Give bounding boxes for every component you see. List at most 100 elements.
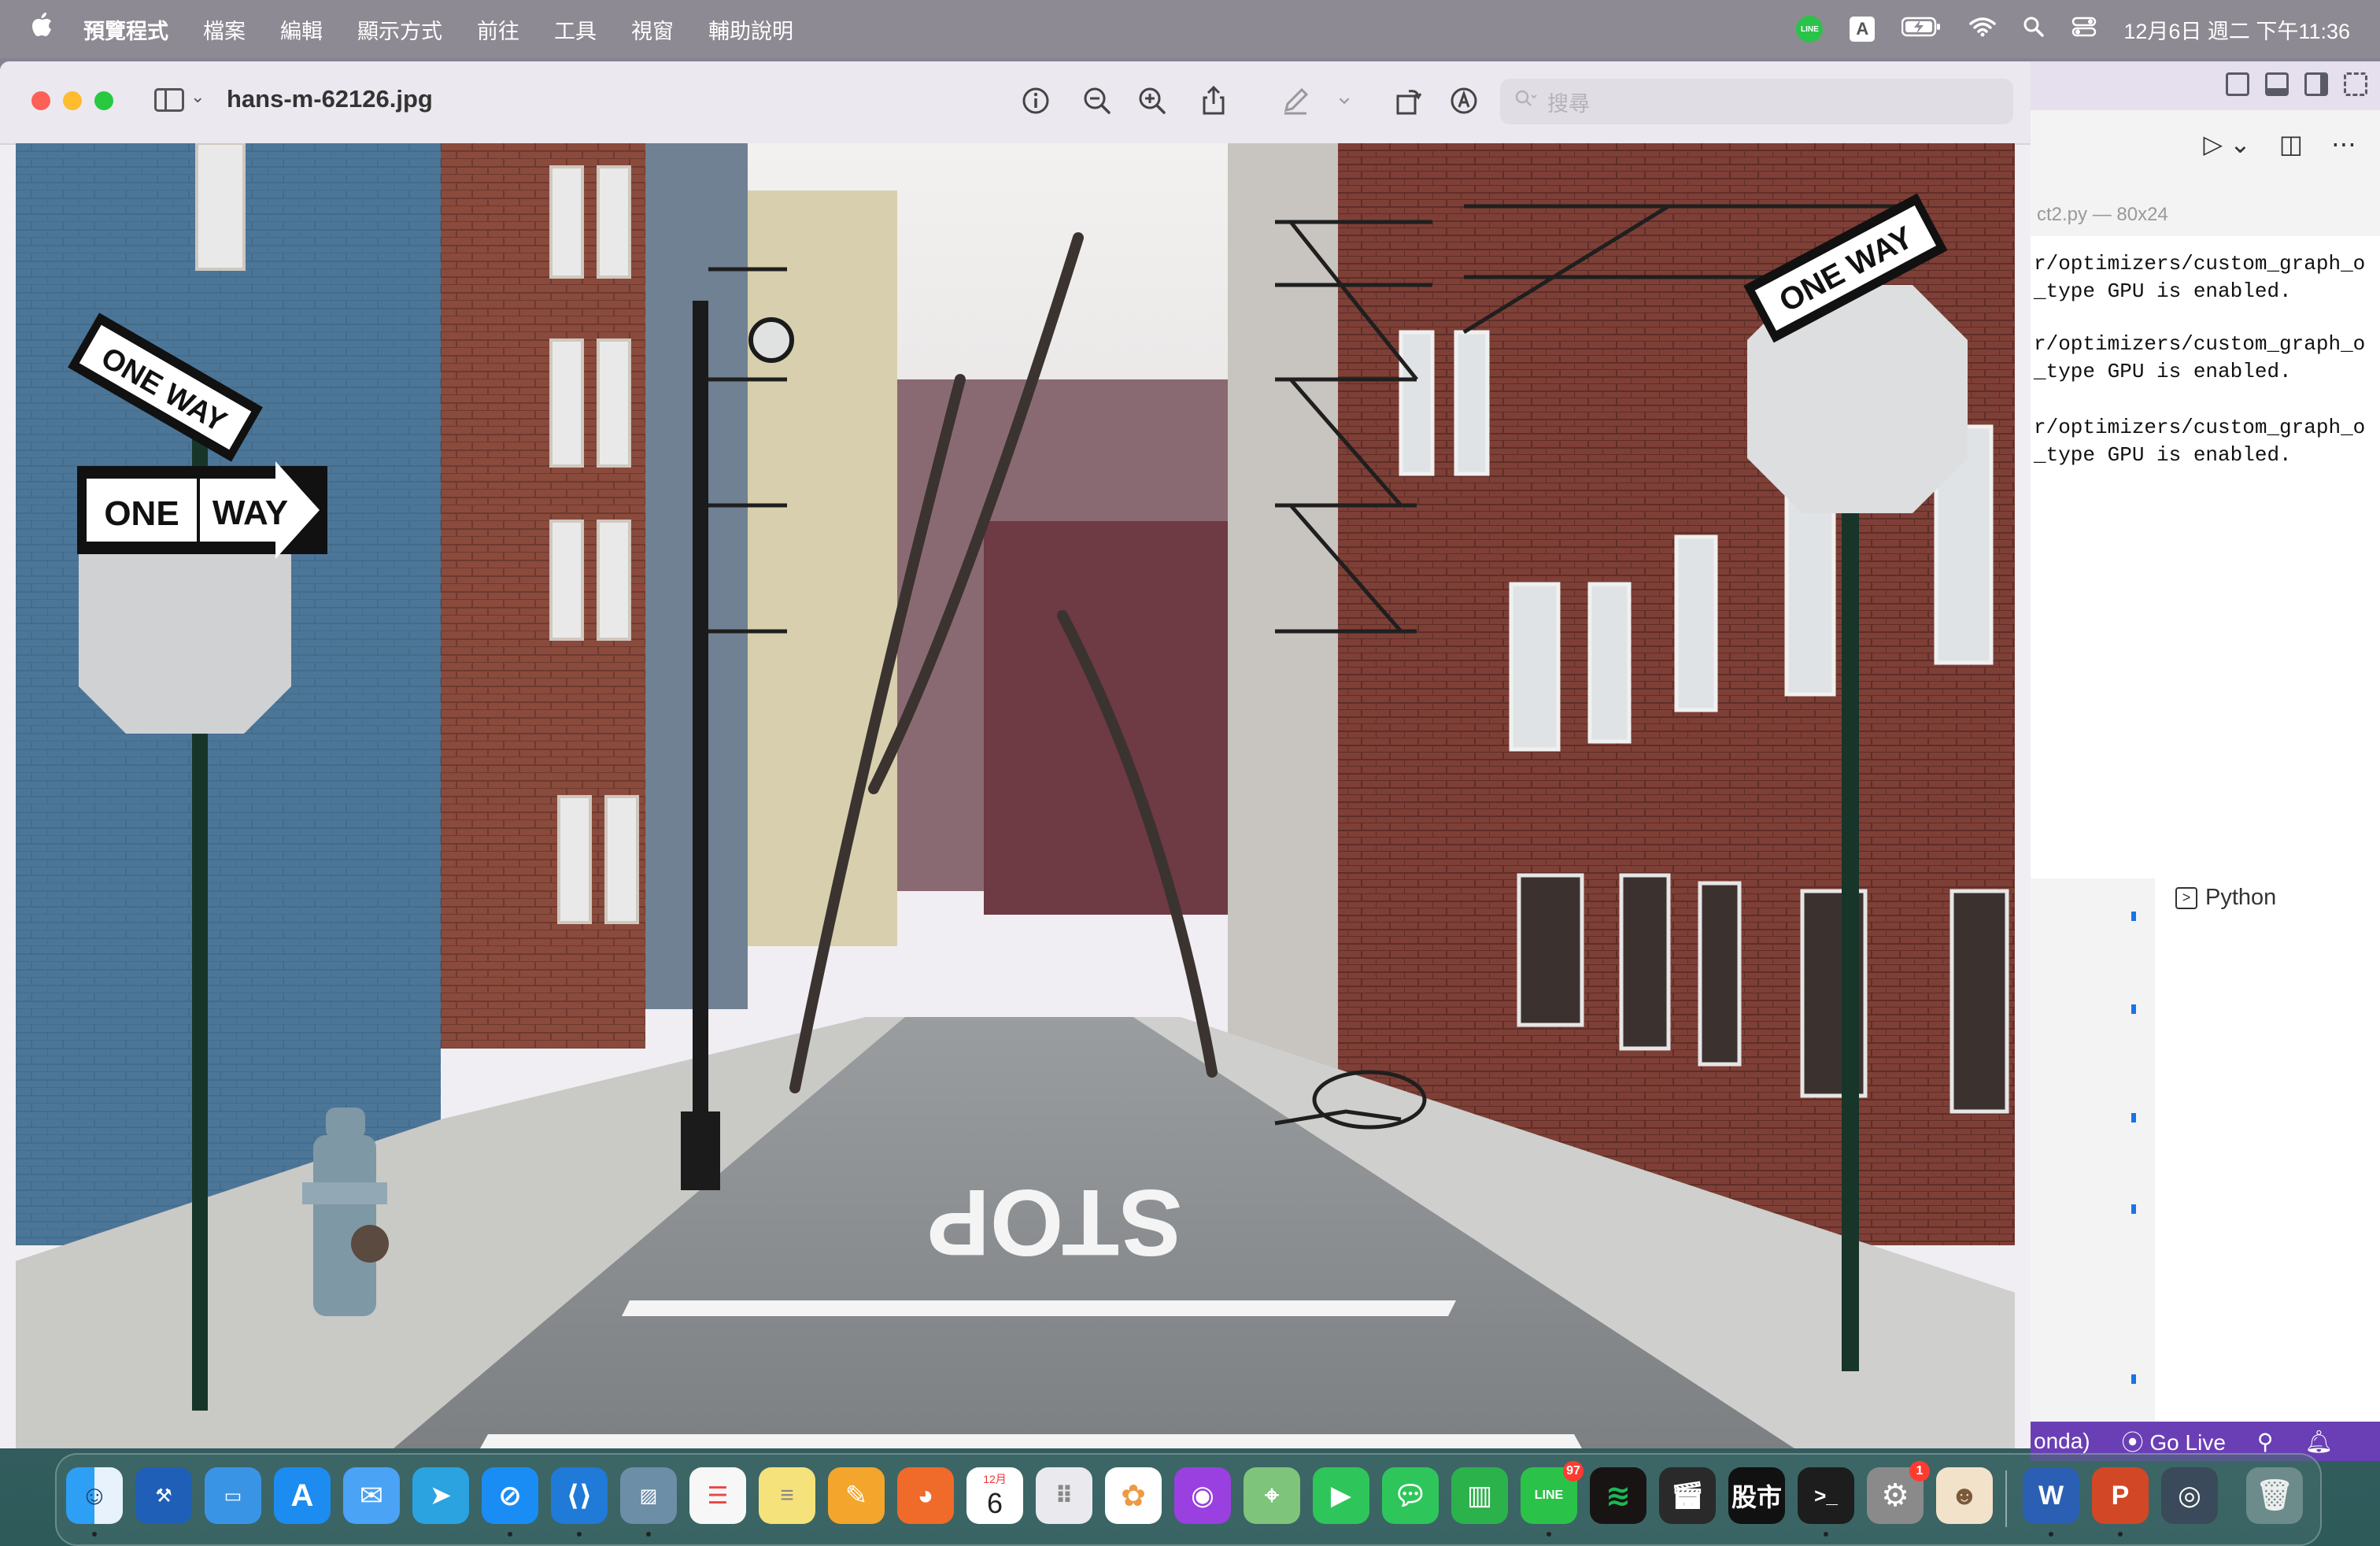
safari-icon[interactable]: ⊘ [482, 1467, 538, 1524]
document-title[interactable]: hans-m-62126.jpg [227, 85, 433, 113]
photos-icon[interactable]: ✿ [1105, 1467, 1162, 1524]
quicktime-icon[interactable]: ◎ [2161, 1467, 2218, 1524]
one-way-sign-left: ONE WAY [77, 461, 327, 559]
numbers-icon[interactable]: ▥ [1451, 1467, 1508, 1524]
menubar-clock[interactable]: 12月6日 週二 下午11:36 [2123, 14, 2350, 45]
joplin-icon[interactable]: ◕ [897, 1467, 954, 1524]
preview-toolbar: ⌄ hans-m-62126.jpg 搜尋 [0, 61, 2031, 145]
terminal-line: r/optimizers/custom_graph_o [2034, 332, 2366, 356]
vscode-icon[interactable]: ⟨⟩ [551, 1467, 608, 1524]
notifications-bell-icon[interactable]: 🔔︎ [2304, 1429, 2333, 1455]
menu-edit[interactable]: 編輯 [280, 14, 323, 45]
zoom-window-button[interactable] [94, 91, 113, 110]
running-indicator [2118, 1532, 2123, 1537]
wifi-icon[interactable] [1969, 17, 1997, 43]
rotate-icon[interactable] [1390, 82, 1428, 120]
launchpad-icon[interactable]: ⠿ [1036, 1467, 1092, 1524]
minimize-window-button[interactable] [63, 91, 82, 110]
keynote-icon[interactable]: ▭ [205, 1467, 261, 1524]
python-terminal-item[interactable]: > Python [2175, 885, 2276, 911]
spotlight-search-icon[interactable] [2023, 16, 2045, 43]
toggle-secondary-sidebar-icon[interactable] [2304, 72, 2328, 96]
menu-view[interactable]: 顯示方式 [357, 14, 442, 45]
feedback-icon[interactable]: ⚲ [2257, 1429, 2274, 1455]
line-status-icon[interactable]: LINE [1796, 16, 1824, 43]
terminal-line: r/optimizers/custom_graph_o [2034, 252, 2366, 276]
split-editor-icon[interactable]: ◫ [2279, 129, 2303, 159]
menu-go[interactable]: 前往 [477, 14, 519, 45]
dock-separator [2005, 1470, 2007, 1527]
settings-update-badge: 1 [1909, 1461, 1930, 1481]
gutter-marker [2131, 1374, 2136, 1384]
genshin-game-icon[interactable]: ☻ [1936, 1467, 1993, 1524]
info-icon[interactable] [1017, 82, 1055, 120]
line-unread-badge: 97 [1563, 1461, 1584, 1481]
markup-menu-chevron-icon[interactable] [1333, 82, 1355, 120]
chevron-down-icon[interactable]: ⌄ [190, 87, 205, 107]
menu-app-preview[interactable]: 預覽程式 [83, 14, 168, 45]
python-env-status[interactable]: onda) [2034, 1429, 2090, 1454]
podcasts-icon[interactable]: ◉ [1174, 1467, 1231, 1524]
more-actions-icon[interactable]: ⋯ [2331, 129, 2356, 159]
xcode-icon[interactable]: ⚒ [135, 1467, 192, 1524]
search-field[interactable]: 搜尋 [1500, 79, 2013, 124]
customize-layout-icon[interactable] [2344, 72, 2367, 96]
calendar-day: 6 [986, 1487, 1003, 1519]
system-settings-icon[interactable]: ⚙ 1 [1867, 1461, 1930, 1524]
powerpoint-icon[interactable]: P [2092, 1467, 2149, 1524]
menu-tools[interactable]: 工具 [554, 14, 597, 45]
terminal-output[interactable]: r/optimizers/custom_graph_o _type GPU is… [2031, 236, 2380, 878]
crosswalk-line [480, 1434, 1582, 1448]
search-icon [1514, 89, 1538, 115]
final-cut-icon[interactable]: 🎬︎ [1659, 1467, 1716, 1524]
facetime-icon[interactable]: ▶ [1313, 1467, 1369, 1524]
spotify-icon[interactable]: ≋ [1590, 1467, 1646, 1524]
line-app-icon[interactable]: LINE 97 [1521, 1461, 1584, 1524]
terminal-tab[interactable]: ct2.py — 80x24 [2031, 194, 2380, 236]
stocks-icon[interactable]: 股市 [1728, 1467, 1785, 1524]
run-python-file-icon[interactable]: ▷ ⌄ [2203, 129, 2250, 159]
markup-pen-icon[interactable] [1277, 82, 1314, 120]
maps-icon[interactable]: ⌖ [1244, 1467, 1300, 1524]
close-window-button[interactable] [31, 91, 50, 110]
battery-icon[interactable] [1901, 17, 1942, 43]
preview-app-icon[interactable]: ▨ [620, 1467, 677, 1524]
terminal-app-icon[interactable]: >_ [1798, 1467, 1854, 1524]
markup-toolbar-icon[interactable] [1445, 82, 1483, 120]
apple-menu-icon[interactable] [30, 11, 54, 45]
python-label: Python [2205, 885, 2277, 910]
cream-building [748, 190, 897, 946]
input-source-icon[interactable]: A [1850, 17, 1876, 42]
editor-gutter [2031, 878, 2155, 1422]
calendar-icon[interactable]: 12月 6 [966, 1467, 1023, 1524]
app-store-icon[interactable]: A [274, 1467, 331, 1524]
menu-file[interactable]: 檔案 [203, 14, 246, 45]
mail-icon[interactable]: ✉ [343, 1467, 400, 1524]
toggle-panel-icon[interactable] [2265, 72, 2289, 96]
running-indicator [2049, 1532, 2053, 1537]
notes-icon[interactable]: ≡ [759, 1467, 815, 1524]
gutter-marker [2131, 1113, 2136, 1123]
trash-icon[interactable]: 🗑︎ [2246, 1467, 2303, 1524]
control-center-icon[interactable] [2071, 16, 2097, 43]
stop-road-marking: STOP [927, 1170, 1183, 1275]
terminal-line: _type GPU is enabled. [2034, 279, 2292, 303]
go-live-button[interactable]: ⦿ Go Live [2122, 1426, 2226, 1457]
menu-help[interactable]: 輔助說明 [708, 14, 793, 45]
zoom-out-icon[interactable] [1078, 82, 1116, 120]
menu-window[interactable]: 視窗 [631, 14, 674, 45]
svg-text:ONE: ONE [104, 494, 179, 533]
zoom-in-icon[interactable] [1133, 82, 1171, 120]
finder-icon[interactable]: ☺ [66, 1467, 123, 1524]
running-indicator [508, 1532, 512, 1537]
share-icon[interactable] [1195, 82, 1232, 120]
toggle-primary-sidebar-icon[interactable] [2226, 72, 2249, 96]
reminders-icon[interactable]: ☰ [689, 1467, 746, 1524]
street-photo[interactable]: STOP ONE WAY ONE WAY ONE WAY [16, 143, 2015, 1448]
running-indicator [577, 1532, 582, 1537]
telegram-icon[interactable]: ➤ [412, 1467, 469, 1524]
word-icon[interactable]: W [2023, 1467, 2079, 1524]
pages-icon[interactable]: ✎ [828, 1467, 885, 1524]
sidebar-toggle-icon[interactable] [154, 88, 184, 112]
messages-icon[interactable]: 💬︎ [1382, 1467, 1439, 1524]
